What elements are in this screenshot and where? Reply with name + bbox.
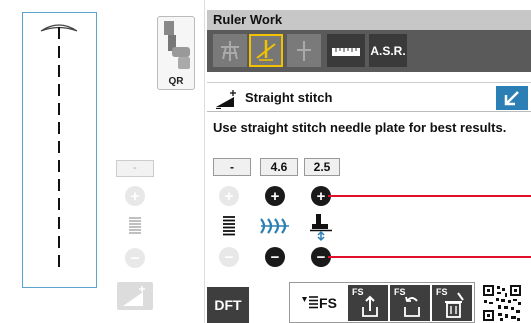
indicator-line xyxy=(328,256,531,258)
straight-stitch-icon xyxy=(214,89,238,110)
needle-down-mode-button[interactable] xyxy=(287,34,321,67)
left-value-box: - xyxy=(213,158,251,176)
fs-save-icon xyxy=(362,295,378,317)
minus-icon: − xyxy=(270,248,280,266)
expand-button[interactable] xyxy=(496,86,528,110)
plus-icon: + xyxy=(270,187,280,205)
left-minus-button[interactable]: − xyxy=(125,248,145,268)
needle-bar-icon xyxy=(256,39,276,61)
qr-code-icon[interactable] xyxy=(481,283,523,323)
page-title: Ruler Work xyxy=(207,10,531,30)
left-plus-button[interactable]: + xyxy=(125,186,145,206)
left-value-box: - xyxy=(116,160,154,177)
presser-foot-label: QR xyxy=(168,76,184,87)
presser-foot-qr-button[interactable]: QR xyxy=(157,16,195,90)
asr-button[interactable]: A.S.R. xyxy=(369,34,407,67)
ruler-mode-button[interactable] xyxy=(327,34,365,67)
fs-group: FS FS FS FS xyxy=(289,282,475,323)
mode-toolbar: A.S.R. xyxy=(207,30,531,72)
fs-delete-icon xyxy=(445,292,464,318)
stitch-length-value: 2.5 xyxy=(304,158,340,176)
fs-recall-button[interactable]: FS xyxy=(390,285,430,321)
needle-down-icon xyxy=(297,40,311,61)
stitch-name: Straight stitch xyxy=(245,90,333,105)
advice-text: Use straight stitch needle plate for bes… xyxy=(213,120,507,135)
plus-icon: + xyxy=(224,187,234,205)
minus-icon: − xyxy=(316,248,326,266)
lines-icon xyxy=(127,216,143,236)
needle-up-mode-button[interactable] xyxy=(213,34,247,67)
fs-toggle-button[interactable]: FS xyxy=(292,287,346,319)
stitch-width-value: 4.6 xyxy=(260,158,298,176)
edit-icon[interactable] xyxy=(117,282,153,310)
lines-icon xyxy=(302,296,319,309)
fs-recall-icon xyxy=(404,296,420,317)
plus-icon: + xyxy=(316,187,326,205)
indicator-line xyxy=(328,195,531,197)
fs-delete-button[interactable]: FS xyxy=(432,285,472,321)
presser-foot-icon xyxy=(164,21,190,69)
stitch-preview xyxy=(22,12,97,288)
needle-up-icon xyxy=(221,40,239,61)
left-plus-button[interactable]: + xyxy=(219,186,239,206)
dft-button[interactable]: DFT xyxy=(207,287,249,323)
stitch-header: Straight stitch xyxy=(207,82,531,112)
needle-bar-mode-button[interactable] xyxy=(249,34,283,67)
lines-icon xyxy=(221,215,237,237)
left-minus-button[interactable]: − xyxy=(219,247,239,267)
ruler-icon xyxy=(332,47,360,56)
width-minus-button[interactable]: − xyxy=(265,247,285,267)
fs-label: FS xyxy=(319,295,337,311)
fs-save-button[interactable]: FS xyxy=(348,285,388,321)
tension-icon[interactable] xyxy=(258,214,292,238)
presser-height-icon[interactable] xyxy=(308,212,334,242)
expand-icon xyxy=(504,91,519,106)
width-plus-button[interactable]: + xyxy=(265,186,285,206)
minus-icon: − xyxy=(130,249,140,267)
minus-icon: − xyxy=(224,248,234,266)
plus-icon: + xyxy=(130,187,140,205)
stitch-preview-graphic xyxy=(40,24,78,268)
